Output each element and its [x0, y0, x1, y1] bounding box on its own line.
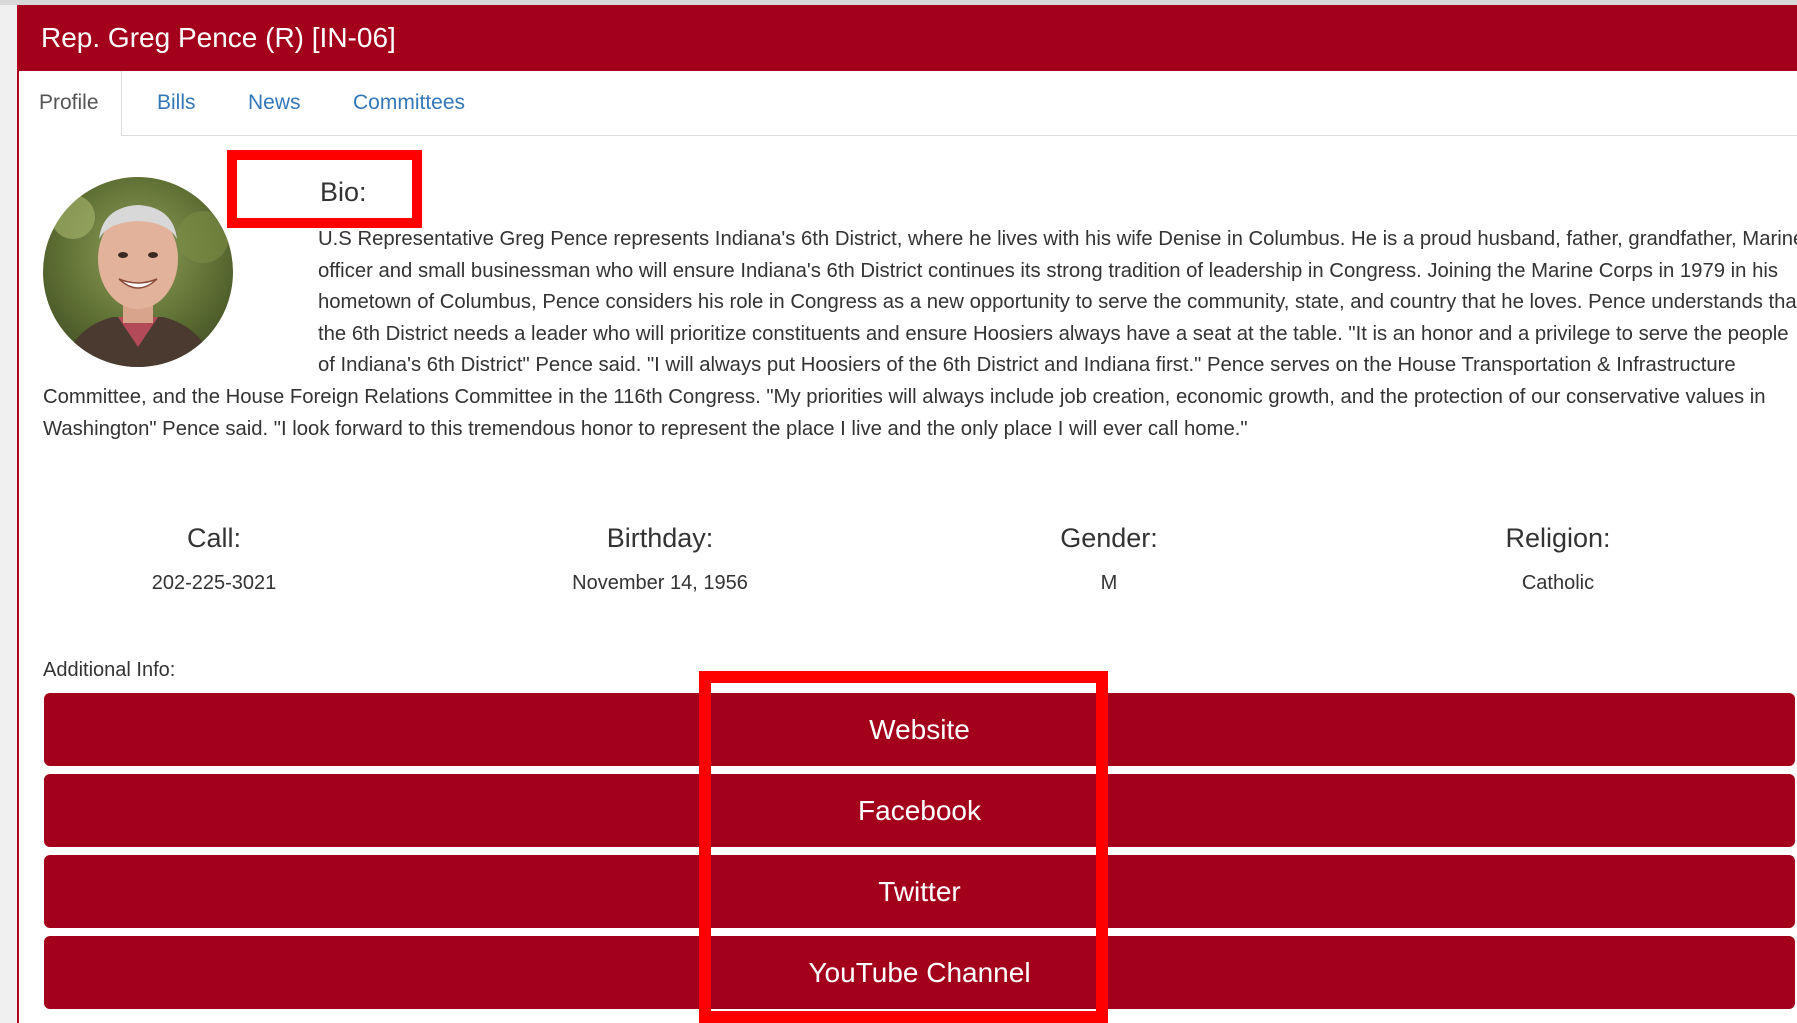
- page-title: Rep. Greg Pence (R) [IN-06]: [41, 22, 396, 53]
- bio-text-block: U.S Representative Greg Pence represents…: [43, 224, 1797, 445]
- stat-religion: Religion: Catholic: [1378, 523, 1738, 595]
- additional-info-label: Additional Info:: [43, 659, 176, 681]
- stat-birthday: Birthday: November 14, 1956: [480, 523, 840, 595]
- website-button[interactable]: Website: [44, 693, 1795, 766]
- stat-gender: Gender: M: [929, 523, 1289, 595]
- panel-header: Rep. Greg Pence (R) [IN-06]: [19, 5, 1797, 71]
- bio-float-spacer: [43, 224, 318, 364]
- tab-bills[interactable]: Bills: [157, 71, 196, 135]
- stat-call-value: 202-225-3021: [151, 572, 277, 594]
- stat-call: Call: 202-225-3021: [34, 523, 394, 595]
- representative-panel: Rep. Greg Pence (R) [IN-06] Profile Bill…: [17, 5, 1797, 1023]
- facebook-button[interactable]: Facebook: [44, 774, 1795, 847]
- stat-gender-value: M: [1100, 572, 1118, 594]
- tab-profile[interactable]: Profile: [19, 71, 122, 136]
- twitter-button[interactable]: Twitter: [44, 855, 1795, 928]
- tab-committees[interactable]: Committees: [353, 71, 465, 135]
- youtube-channel-button[interactable]: YouTube Channel: [44, 936, 1795, 1009]
- stat-gender-label: Gender:: [1060, 523, 1158, 553]
- stat-birthday-label: Birthday:: [606, 523, 714, 553]
- stat-call-label: Call:: [186, 523, 241, 553]
- tab-news[interactable]: News: [248, 71, 301, 135]
- tab-bar: Profile Bills News Committees: [19, 71, 1797, 136]
- stat-religion-value: Catholic: [1521, 572, 1595, 594]
- stat-religion-label: Religion:: [1505, 523, 1611, 553]
- stat-birthday-value: November 14, 1956: [572, 572, 748, 594]
- bio-label: Bio:: [320, 177, 367, 207]
